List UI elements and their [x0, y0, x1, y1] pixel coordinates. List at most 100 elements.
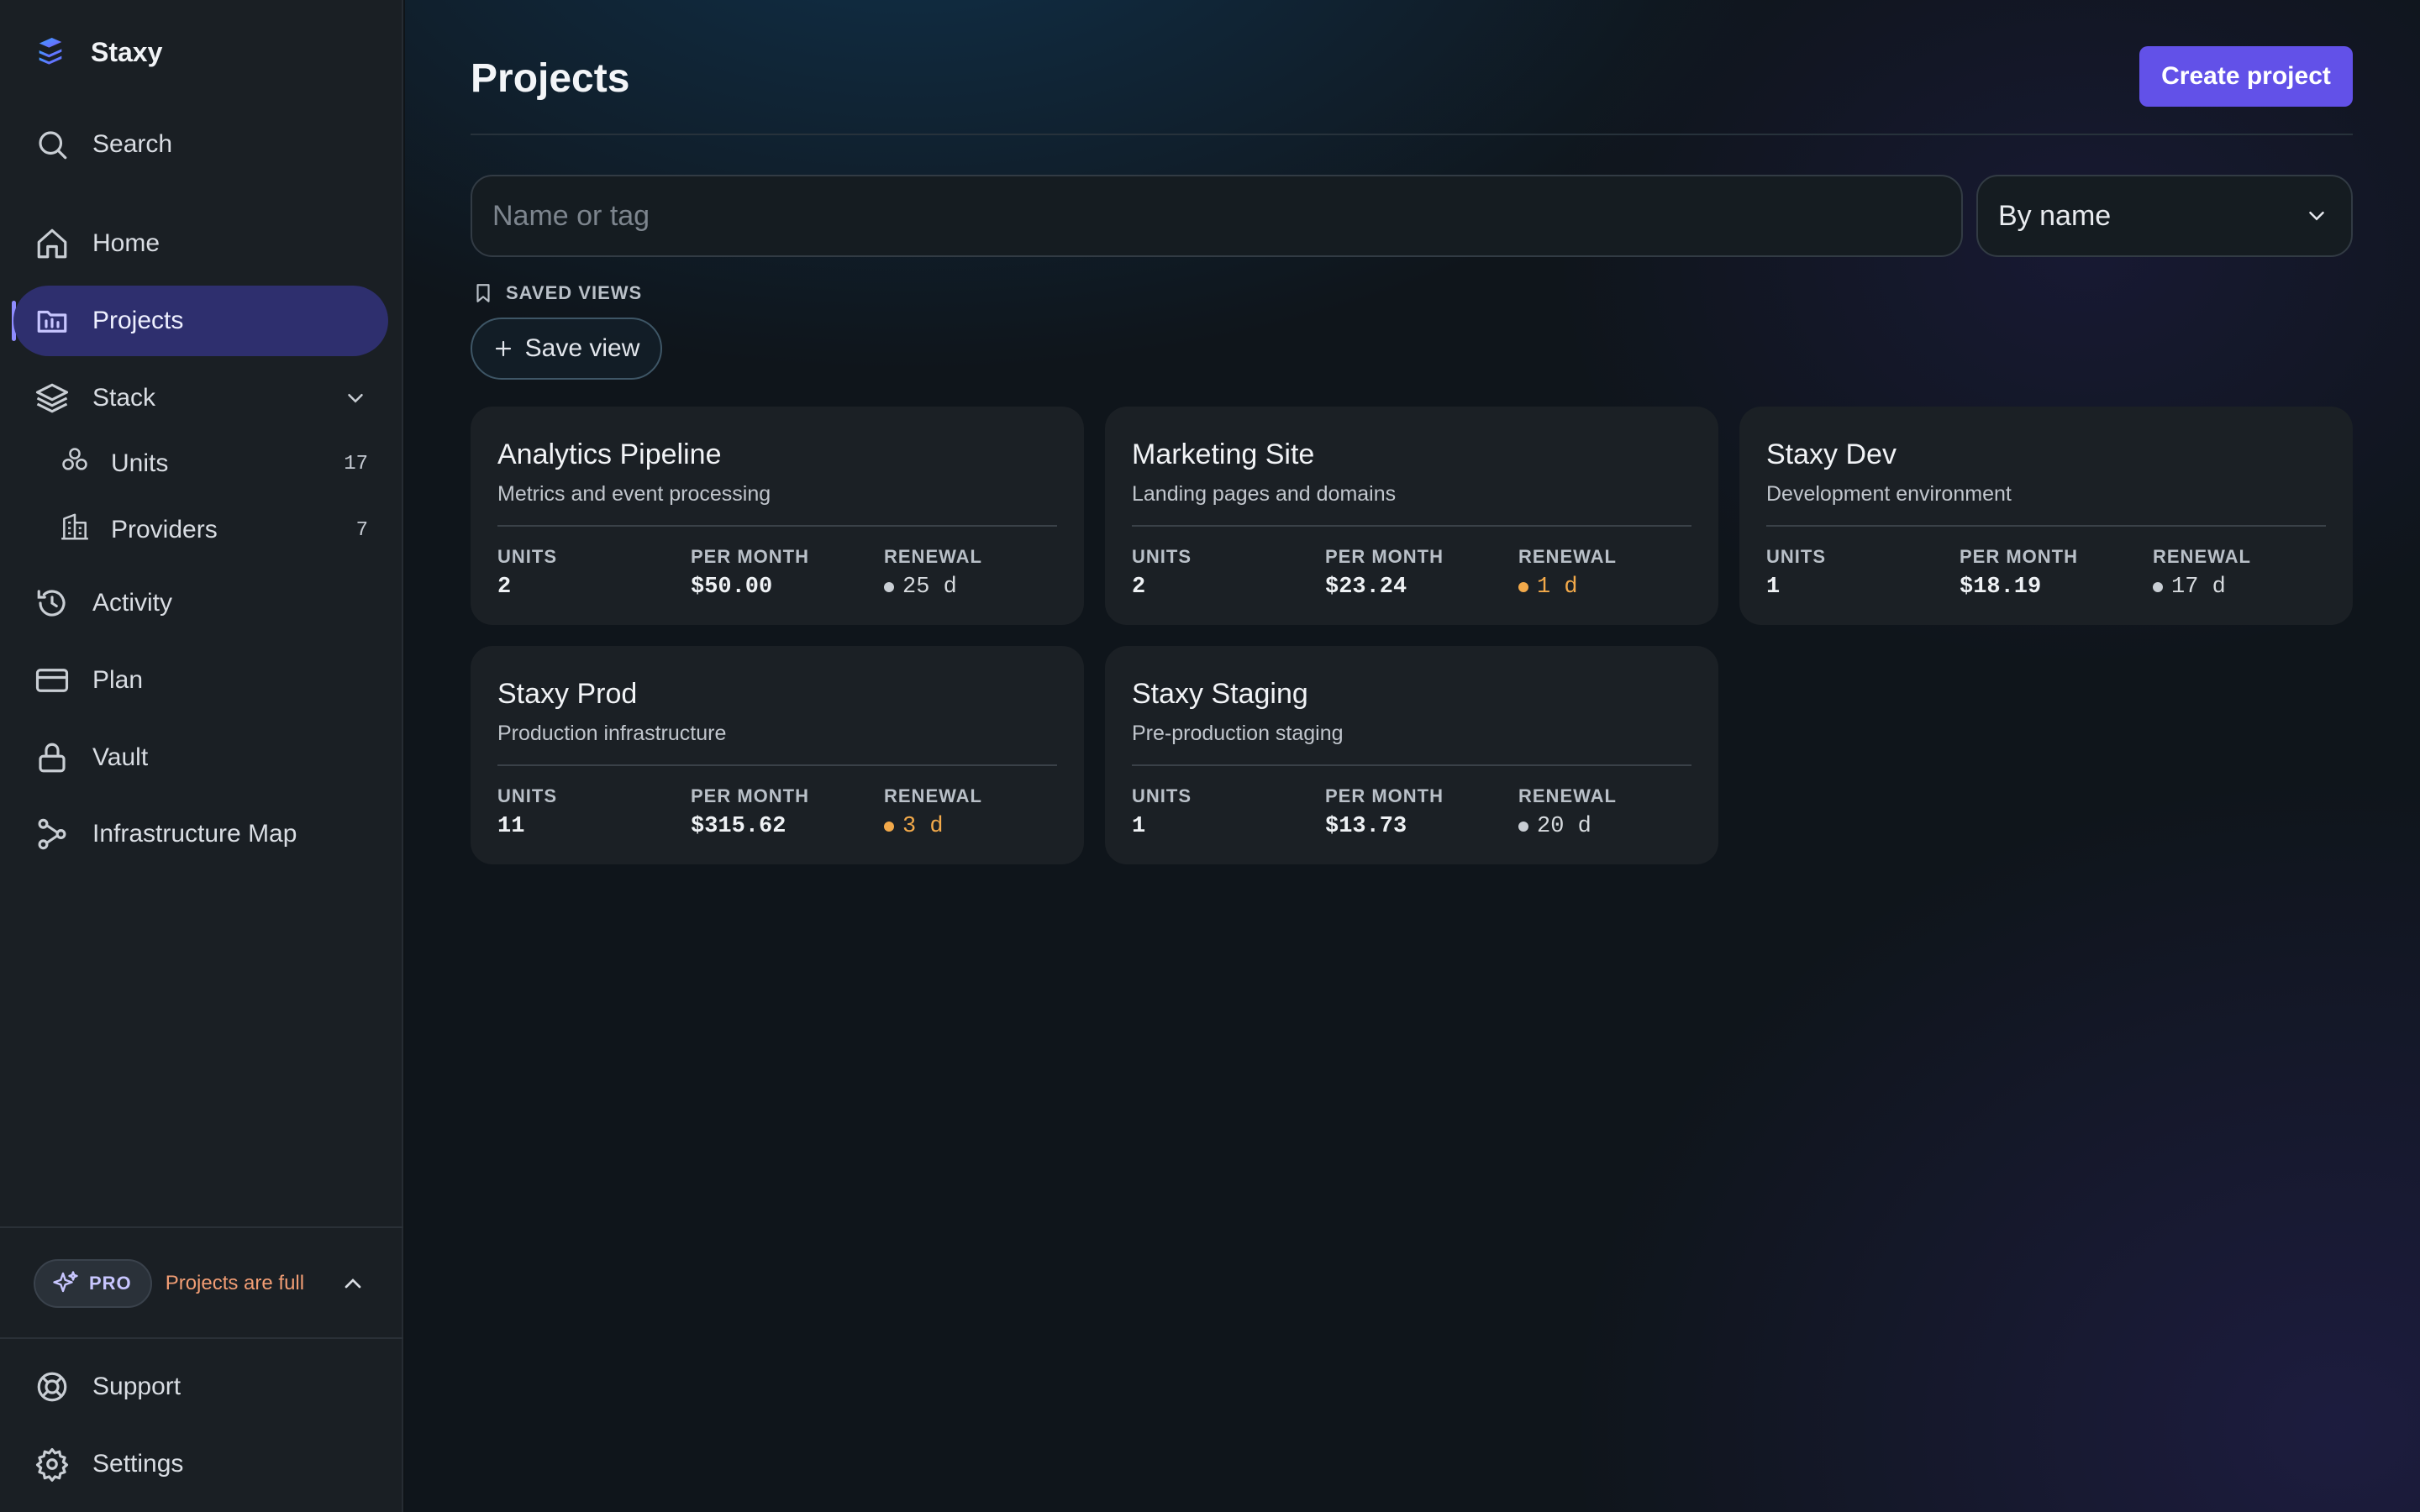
- stat-units: UNITS 2: [497, 546, 557, 600]
- bookmark-icon: [476, 284, 490, 302]
- stat-units: UNITS 11: [497, 785, 557, 839]
- project-name: Marketing Site: [1132, 438, 1315, 470]
- sidebar-item-label: Units: [111, 449, 169, 477]
- status-dot: [884, 582, 894, 592]
- sort-select[interactable]: By name: [1976, 175, 2353, 257]
- card-divider: [1132, 525, 1691, 527]
- building-icon: [59, 511, 91, 549]
- sidebar-item-vault[interactable]: Vault: [13, 722, 388, 793]
- sidebar-item-settings[interactable]: Settings: [13, 1429, 388, 1499]
- project-description: Metrics and event processing: [497, 482, 771, 506]
- brand[interactable]: Staxy: [34, 34, 162, 71]
- units-count: 17: [344, 452, 368, 475]
- stat-renewal: RENEWAL 17 d: [2153, 546, 2251, 600]
- route-icon: [34, 816, 71, 853]
- page-title: Projects: [471, 56, 630, 101]
- sidebar-item-label: Vault: [92, 743, 149, 771]
- project-description: Landing pages and domains: [1132, 482, 1397, 506]
- chevron-down-icon: [2309, 212, 2324, 221]
- stat-value: 2: [497, 575, 512, 600]
- card-divider: [497, 525, 1057, 527]
- stat-label: RENEWAL: [1518, 546, 1617, 567]
- search-input[interactable]: [471, 175, 1963, 257]
- stat-renewal: RENEWAL 1 d: [1518, 546, 1617, 600]
- sidebar-item-units[interactable]: Units 17: [50, 433, 388, 494]
- stat-label: PER MONTH: [1325, 546, 1444, 567]
- save-view-button[interactable]: Save view: [471, 318, 662, 380]
- home-icon: [34, 225, 71, 262]
- stat-label: RENEWAL: [1518, 785, 1617, 806]
- chevron-down-icon[interactable]: [343, 386, 368, 411]
- project-name: Staxy Prod: [497, 678, 638, 710]
- renewal-value: 17 d: [2171, 575, 2226, 600]
- create-project-button[interactable]: Create project: [2139, 46, 2353, 107]
- stat-value: $315.62: [691, 814, 786, 839]
- sidebar-item-support[interactable]: Support: [13, 1352, 388, 1422]
- stat-value: 1: [1766, 575, 1781, 600]
- sidebar-divider: [0, 1337, 403, 1339]
- project-name: Analytics Pipeline: [497, 438, 722, 470]
- sidebar-item-stack[interactable]: Stack: [13, 363, 388, 433]
- stat-label: PER MONTH: [1325, 785, 1444, 806]
- saved-views-label: SAVED VIEWS: [506, 282, 643, 303]
- search-icon: [34, 126, 71, 163]
- sidebar-item-label: Settings: [92, 1450, 184, 1478]
- pro-badge: PRO: [34, 1259, 152, 1308]
- sidebar-item-infrastructure-map[interactable]: Infrastructure Map: [13, 799, 388, 869]
- stat-label: UNITS: [1132, 546, 1192, 567]
- project-name: Staxy Staging: [1132, 678, 1308, 710]
- renewal-value: 1 d: [1537, 575, 1578, 600]
- stat-value: 11: [497, 814, 525, 839]
- history-icon: [34, 585, 71, 622]
- providers-count: 7: [355, 518, 368, 542]
- renewal-value: 3 d: [902, 814, 944, 839]
- sidebar-item-activity[interactable]: Activity: [13, 568, 388, 638]
- pro-banner[interactable]: PRO Projects are full: [34, 1258, 370, 1309]
- card-divider: [1766, 525, 2326, 527]
- project-description: Development environment: [1766, 482, 2012, 506]
- projects-icon: [34, 302, 71, 339]
- stat-label: RENEWAL: [2153, 546, 2251, 567]
- sidebar-item-label: Activity: [92, 589, 173, 617]
- project-card[interactable]: Staxy Dev Development environment UNITS …: [1739, 407, 2353, 625]
- sidebar-item-label: Projects: [92, 307, 184, 334]
- sidebar-item-providers[interactable]: Providers 7: [50, 500, 388, 560]
- project-card[interactable]: Analytics Pipeline Metrics and event pro…: [471, 407, 1084, 625]
- stat-value: 2: [1132, 575, 1146, 600]
- status-dot: [1518, 822, 1528, 832]
- app-name: Staxy: [91, 37, 163, 67]
- main-content: Projects Create project By name SAVED VI…: [405, 0, 2420, 1512]
- sidebar-item-label: Stack: [92, 384, 156, 412]
- chevron-up-icon[interactable]: [339, 1270, 366, 1297]
- staxy-logo-icon: [34, 34, 67, 71]
- stat-units: UNITS 1: [1766, 546, 1826, 600]
- boxes-icon: [59, 444, 91, 483]
- pro-badge-label: PRO: [89, 1273, 132, 1294]
- stat-value: $18.19: [1960, 575, 2042, 600]
- sidebar-divider: [0, 1226, 403, 1228]
- project-card[interactable]: Marketing Site Landing pages and domains…: [1105, 407, 1718, 625]
- stat-per-month: PER MONTH $18.19: [1960, 546, 2078, 600]
- sidebar-item-home[interactable]: Home: [13, 208, 388, 279]
- sidebar-item-plan[interactable]: Plan: [13, 645, 388, 716]
- project-card[interactable]: Staxy Prod Production infrastructure UNI…: [471, 646, 1084, 864]
- status-dot: [2153, 582, 2163, 592]
- sidebar-item-label: Plan: [92, 666, 144, 694]
- stat-value: $50.00: [691, 575, 773, 600]
- stat-per-month: PER MONTH $315.62: [691, 785, 809, 839]
- stat-label: UNITS: [1766, 546, 1826, 567]
- stat-units: UNITS 2: [1132, 546, 1192, 600]
- project-card[interactable]: Staxy Staging Pre-production staging UNI…: [1105, 646, 1718, 864]
- sidebar: Staxy Search Home Projects Stack Units 1…: [0, 0, 403, 1512]
- sidebar-search-label: Search: [92, 130, 173, 158]
- sidebar-search[interactable]: Search: [13, 109, 388, 180]
- stat-label: PER MONTH: [691, 546, 809, 567]
- stat-value: $13.73: [1325, 814, 1407, 839]
- sidebar-item-label: Providers: [111, 516, 218, 543]
- pro-message: Projects are full: [165, 1272, 305, 1294]
- sparkles-icon: [53, 1271, 78, 1293]
- stat-label: PER MONTH: [1960, 546, 2078, 567]
- stat-label: PER MONTH: [691, 785, 809, 806]
- sidebar-item-projects[interactable]: Projects: [13, 286, 388, 356]
- stat-renewal: RENEWAL 20 d: [1518, 785, 1617, 839]
